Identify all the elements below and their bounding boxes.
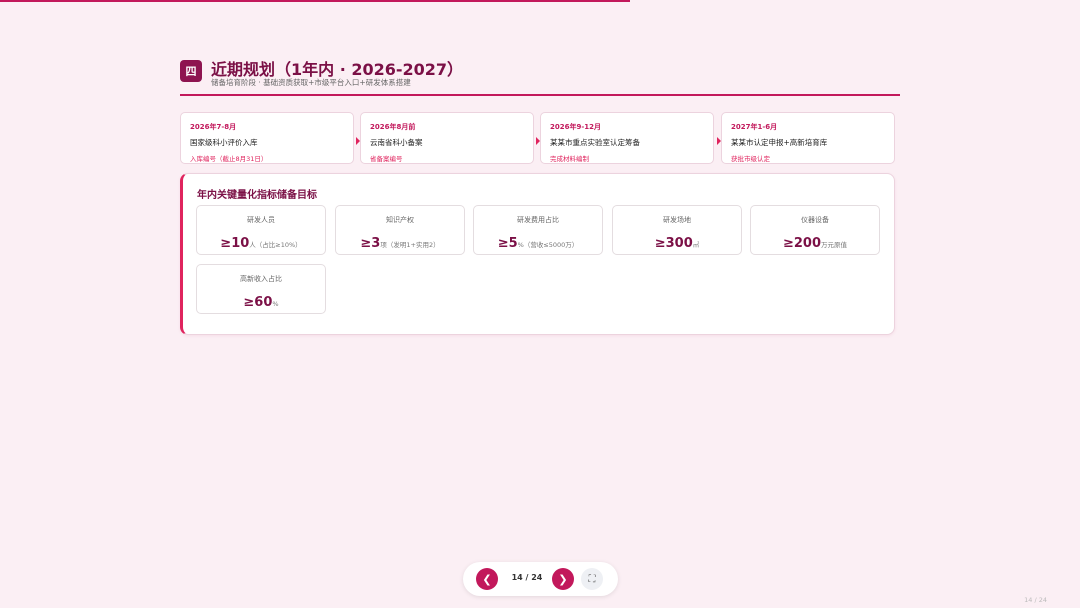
kpi-value: ≥60 xyxy=(243,295,273,310)
timeline-card: 2026年8月前 云南省科小备案 省备案编号 xyxy=(360,112,534,164)
kpi-card: 研发人员 ≥10人（占比≥10%） xyxy=(196,205,326,255)
kpi-card: 研发费用占比 ≥5%（营收≤5000万） xyxy=(473,205,603,255)
timeline: 2026年7-8月 国家级科小评价入库 入库编号（截止8月31日） 2026年8… xyxy=(180,112,895,164)
kpi-unit: %（营收≤5000万） xyxy=(517,241,579,249)
timeline-date: 2026年9-12月 xyxy=(550,123,601,131)
kpi-label: 高新收入占比 xyxy=(240,275,282,283)
timeline-card: 2027年1-6月 某某市认定申报+高新培育库 获批市级认定 xyxy=(721,112,895,164)
deck-progress-fill xyxy=(0,0,630,2)
kpi-label: 研发费用占比 xyxy=(517,216,559,224)
section-number-badge: 四 xyxy=(180,60,202,82)
kpi-unit: 项（发明1+实用2） xyxy=(380,241,440,249)
timeline-card: 2026年7-8月 国家级科小评价入库 入库编号（截止8月31日） xyxy=(180,112,354,164)
slide-pager: ❮ 14 / 24 ❯ ⛶ xyxy=(463,562,618,596)
timeline-title: 某某市重点实验室认定筹备 xyxy=(550,138,640,147)
fullscreen-icon: ⛶ xyxy=(588,573,596,585)
chevron-left-icon: ❮ xyxy=(482,572,492,586)
kpi-label: 研发场地 xyxy=(663,216,691,224)
kpi-unit: ㎡ xyxy=(692,241,700,249)
kpi-value: ≥200 xyxy=(782,236,822,251)
chevron-right-icon: ❯ xyxy=(558,572,568,586)
kpi-panel-title: 年内关键量化指标储备目标 xyxy=(197,190,317,201)
timeline-title: 某某市认定申报+高新培育库 xyxy=(731,138,828,147)
corner-page-number: 14 / 24 xyxy=(1024,596,1047,604)
timeline-card: 2026年9-12月 某某市重点实验室认定筹备 完成材料编制 xyxy=(540,112,714,164)
kpi-card: 高新收入占比 ≥60% xyxy=(196,264,326,314)
timeline-note: 完成材料编制 xyxy=(550,155,589,163)
kpi-card: 研发场地 ≥300㎡ xyxy=(612,205,742,255)
kpi-value: ≥300 xyxy=(654,236,693,251)
timeline-date: 2026年7-8月 xyxy=(190,123,237,131)
fullscreen-button[interactable]: ⛶ xyxy=(581,568,603,590)
timeline-note: 入库编号（截止8月31日） xyxy=(190,155,268,163)
timeline-title: 云南省科小备案 xyxy=(370,138,423,147)
page-subtitle: 储备培育阶段 · 基础资质获取+市级平台入口+研发体系搭建 xyxy=(211,78,411,87)
kpi-value: ≥10 xyxy=(220,236,250,251)
kpi-unit: % xyxy=(272,300,279,308)
timeline-note: 省备案编号 xyxy=(370,155,403,163)
section-header: 四 近期规划（1年内 · 2026-2027） 储备培育阶段 · 基础资质获取+… xyxy=(180,56,900,96)
kpi-panel: 年内关键量化指标储备目标 研发人员 ≥10人（占比≥10%） 知识产权 ≥3项（… xyxy=(180,173,895,335)
timeline-date: 2026年8月前 xyxy=(370,123,416,131)
next-slide-button[interactable]: ❯ xyxy=(552,568,574,590)
prev-slide-button[interactable]: ❮ xyxy=(476,568,498,590)
deck-progress-bar xyxy=(0,0,1080,2)
kpi-value: ≥3 xyxy=(360,236,381,251)
kpi-unit: 万元原值 xyxy=(821,241,848,249)
timeline-title: 国家级科小评价入库 xyxy=(190,138,258,147)
kpi-label: 仪器设备 xyxy=(801,216,829,224)
page-indicator: 14 / 24 xyxy=(511,573,543,582)
kpi-label: 研发人员 xyxy=(247,216,275,224)
timeline-note: 获批市级认定 xyxy=(731,155,770,163)
kpi-card: 知识产权 ≥3项（发明1+实用2） xyxy=(335,205,465,255)
kpi-value: ≥5 xyxy=(497,236,518,251)
kpi-card: 仪器设备 ≥200万元原值 xyxy=(750,205,880,255)
kpi-unit: 人（占比≥10%） xyxy=(249,241,302,249)
kpi-label: 知识产权 xyxy=(386,216,414,224)
timeline-date: 2027年1-6月 xyxy=(731,123,778,131)
